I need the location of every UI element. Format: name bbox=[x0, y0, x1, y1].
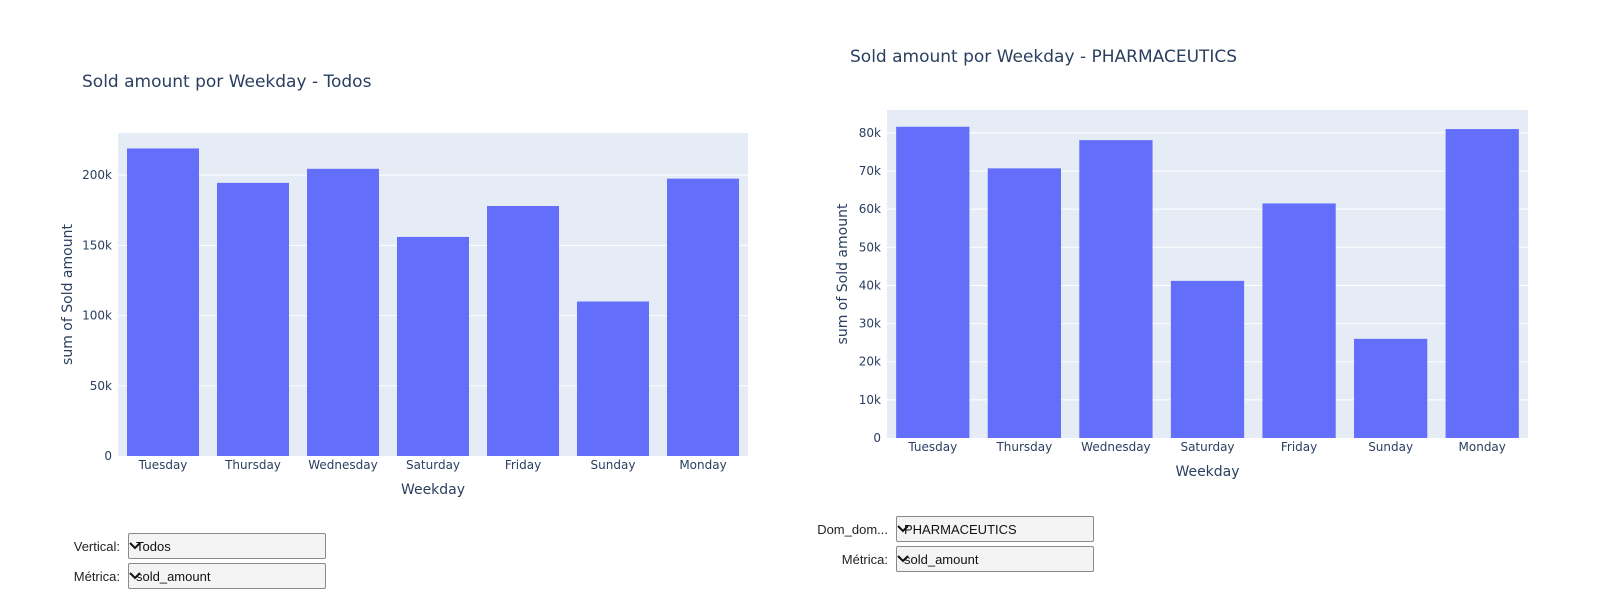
right-bar bbox=[1354, 338, 1428, 438]
metric-select[interactable]: sold_amount bbox=[128, 563, 326, 589]
dom-filter-row: Dom_dom... PHARMACEUTICS bbox=[800, 516, 1094, 542]
left-bar bbox=[397, 236, 469, 456]
right-bar bbox=[1262, 203, 1336, 438]
right-xtick-label: Sunday bbox=[1368, 440, 1413, 454]
right-xtick-label: Friday bbox=[1281, 440, 1317, 454]
right-xtick-label: Wednesday bbox=[1081, 440, 1150, 454]
left-xtick-label: Monday bbox=[679, 458, 726, 472]
right-ytick-label: 20k bbox=[859, 355, 881, 369]
left-bar bbox=[217, 182, 289, 456]
dom-select-value: PHARMACEUTICS bbox=[904, 521, 1017, 537]
vertical-select-value: Todos bbox=[136, 538, 171, 554]
chevron-down-icon bbox=[897, 525, 909, 533]
left-bar bbox=[487, 206, 559, 456]
chart-panel-left: 0 50k 100k 150k 200k Tuesday Thursday Wednesday… bbox=[0, 0, 780, 602]
left-bar bbox=[307, 168, 379, 457]
right-x-axis-title: Weekday bbox=[1175, 464, 1239, 480]
right-ytick-label: 40k bbox=[859, 278, 881, 292]
right-xtick-label: Thursday bbox=[995, 440, 1052, 454]
left-ytick-label: 150k bbox=[82, 238, 112, 252]
right-ytick-label: 50k bbox=[859, 240, 881, 254]
metric-select-value: sold_amount bbox=[136, 568, 211, 584]
metric-filter-label: Métrica: bbox=[73, 568, 120, 584]
chart-panel-right: 0 10k 20k 30k 40k 50k 60k 70k 80k Tuesday Thursday… bbox=[780, 0, 1597, 602]
metric-filter-label-right: Métrica: bbox=[841, 551, 888, 567]
left-y-axis-title: sum of Sold amount bbox=[60, 224, 76, 365]
right-xtick-label: Saturday bbox=[1180, 440, 1234, 454]
left-ytick-label: 100k bbox=[82, 309, 112, 323]
chevron-down-icon bbox=[129, 572, 141, 580]
right-bar bbox=[1170, 280, 1245, 438]
right-y-axis-title: sum of Sold amount bbox=[835, 203, 851, 344]
chevron-down-icon bbox=[129, 542, 141, 550]
left-x-axis-title: Weekday bbox=[401, 482, 465, 498]
right-chart-title: Sold amount por Weekday - PHARMACEUTICS bbox=[850, 47, 1237, 67]
chevron-down-icon bbox=[897, 555, 909, 563]
metric-filter-row: Métrica: sold_amount bbox=[40, 563, 326, 589]
dom-select[interactable]: PHARMACEUTICS bbox=[896, 516, 1094, 542]
left-xtick-label: Friday bbox=[505, 458, 541, 472]
left-bar bbox=[667, 178, 739, 457]
right-ytick-label: 10k bbox=[859, 393, 881, 407]
right-ytick-label: 80k bbox=[859, 126, 881, 140]
right-bar bbox=[896, 126, 970, 438]
metric-select-right[interactable]: sold_amount bbox=[896, 546, 1094, 572]
vertical-filter-row: Vertical: Todos bbox=[40, 533, 326, 559]
bar-chart-left: 0 50k 100k 150k 200k Tuesday Thursday Wednesday… bbox=[60, 72, 748, 498]
left-bar bbox=[577, 301, 649, 456]
vertical-select[interactable]: Todos bbox=[128, 533, 326, 559]
left-bar bbox=[127, 148, 199, 457]
right-ytick-label: 0 bbox=[873, 431, 881, 445]
left-xtick-label: Thursday bbox=[224, 458, 281, 472]
left-xtick-label: Saturday bbox=[406, 458, 460, 472]
left-ytick-label: 0 bbox=[104, 449, 112, 463]
dom-filter-label: Dom_dom... bbox=[817, 521, 888, 537]
bar-chart-right: 0 10k 20k 30k 40k 50k 60k 70k 80k Tuesday Thursday… bbox=[835, 47, 1528, 480]
left-ytick-label: 200k bbox=[82, 168, 112, 182]
right-ytick-label: 30k bbox=[859, 317, 881, 331]
vertical-filter-label: Vertical: bbox=[73, 538, 120, 554]
right-xtick-label: Monday bbox=[1459, 440, 1506, 454]
metric-filter-row-right: Métrica: sold_amount bbox=[800, 546, 1094, 572]
right-bar bbox=[1079, 140, 1153, 438]
left-xtick-label: Tuesday bbox=[138, 458, 188, 472]
left-xtick-label: Sunday bbox=[591, 458, 636, 472]
right-xtick-label: Tuesday bbox=[907, 440, 957, 454]
left-xtick-label: Wednesday bbox=[308, 458, 377, 472]
right-ytick-label: 60k bbox=[859, 202, 881, 216]
right-bar bbox=[987, 168, 1061, 438]
right-bar bbox=[1445, 129, 1519, 438]
left-ytick-label: 50k bbox=[90, 379, 112, 393]
metric-select-value-right: sold_amount bbox=[904, 551, 979, 567]
right-ytick-label: 70k bbox=[859, 164, 881, 178]
left-chart-title: Sold amount por Weekday - Todos bbox=[82, 72, 372, 92]
